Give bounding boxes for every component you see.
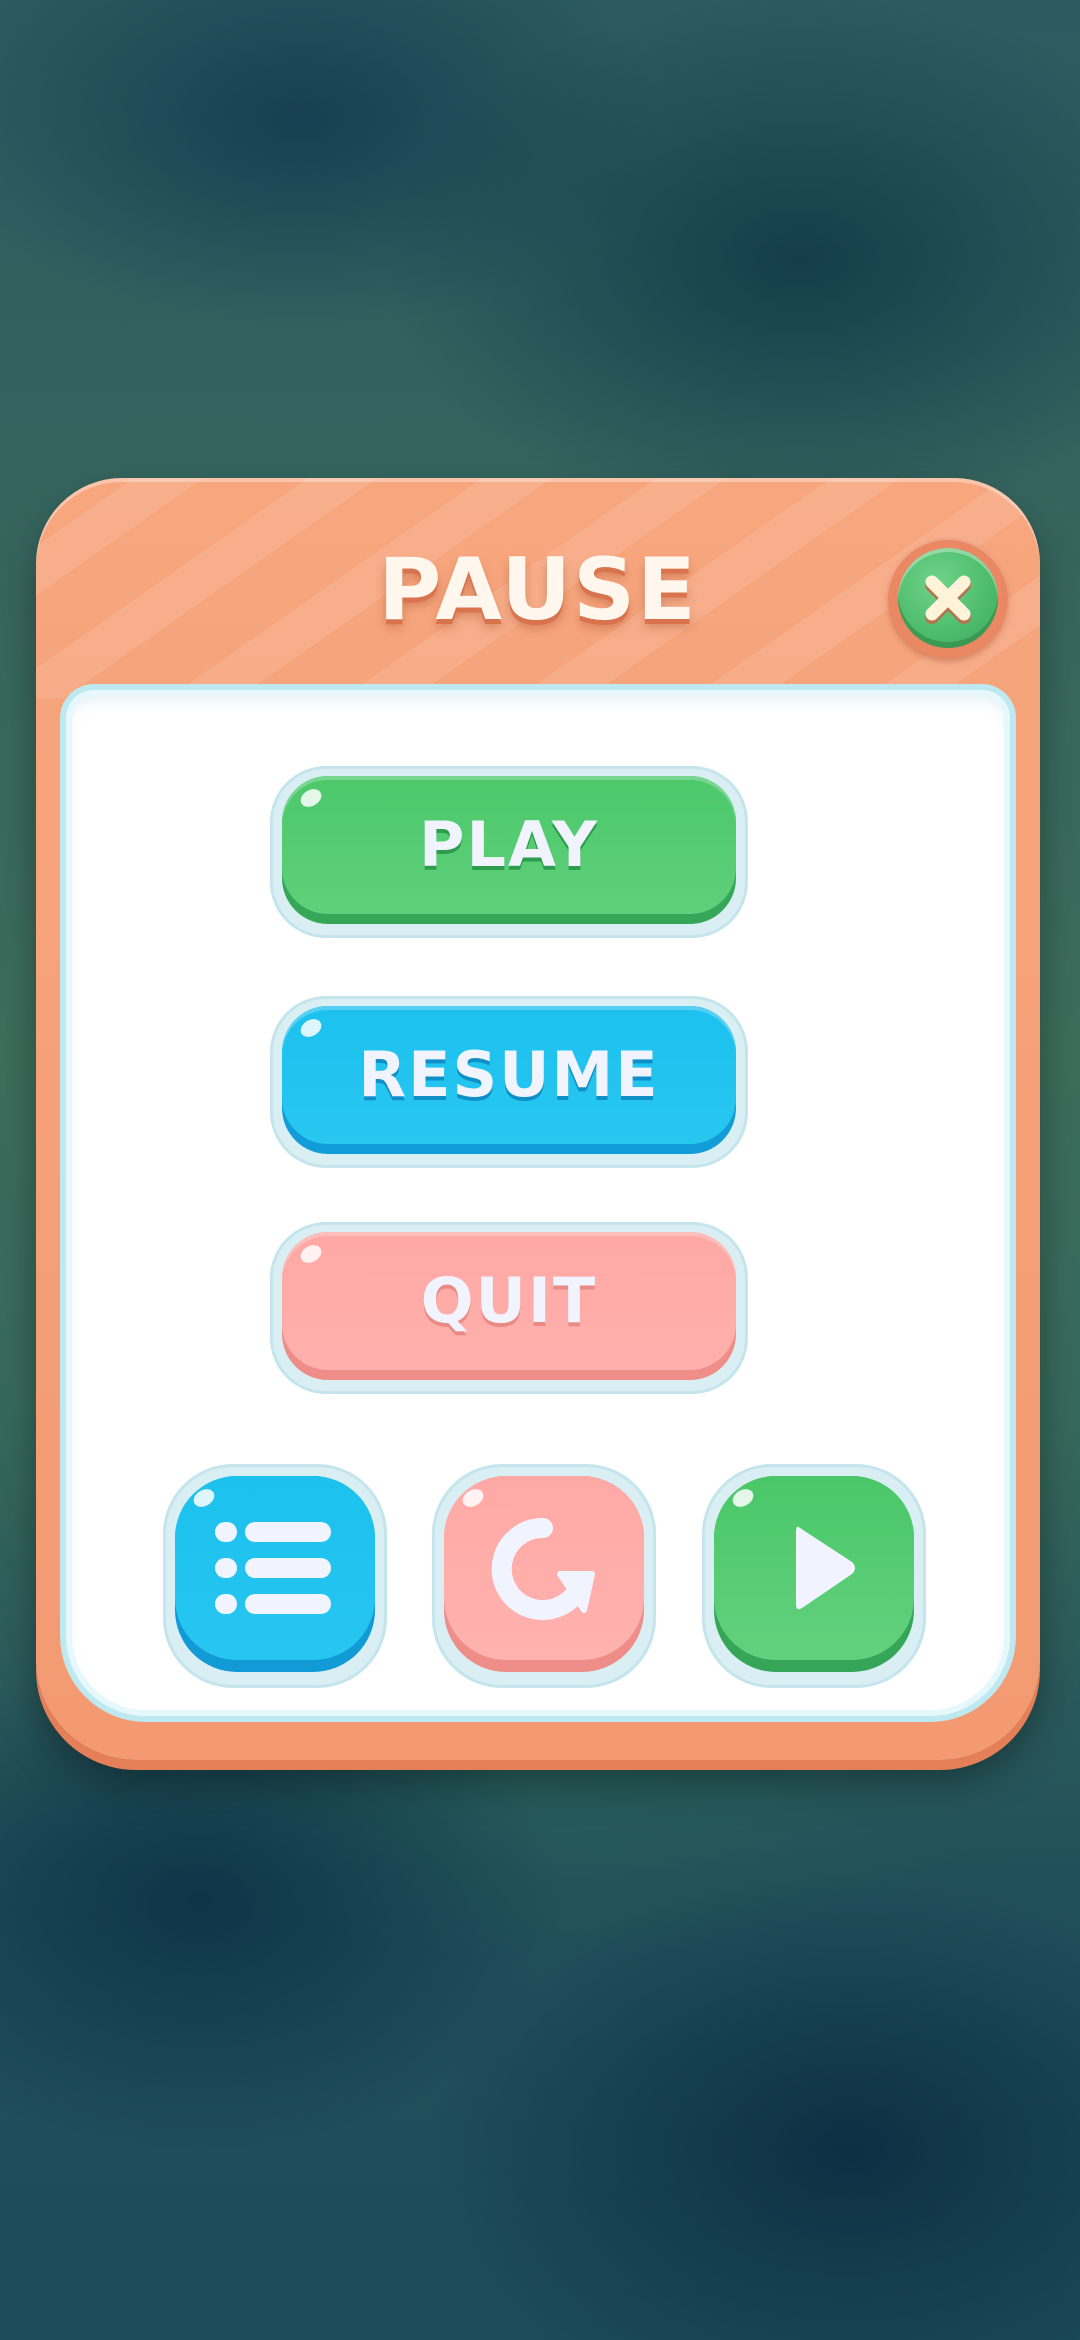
list-icon [215,1522,331,1614]
close-icon [898,548,998,648]
play-icon [796,1526,855,1610]
restart-button-frame [432,1464,656,1688]
menu-list-button-frame [163,1464,387,1688]
play-button-label: PLAY [419,808,599,881]
close-button[interactable] [888,538,1008,658]
quit-button-frame: QUIT [270,1222,748,1394]
next-button-frame [702,1464,926,1688]
menu-list-button[interactable] [175,1476,375,1672]
quit-button-label: QUIT [420,1264,598,1337]
resume-button-frame: RESUME [270,996,748,1168]
restart-icon [491,1517,595,1620]
quit-button[interactable]: QUIT [282,1232,736,1380]
restart-button[interactable] [444,1476,644,1672]
play-button-frame: PLAY [270,766,748,938]
next-button[interactable] [714,1476,914,1672]
resume-button-label: RESUME [358,1038,660,1111]
play-button[interactable]: PLAY [282,776,736,924]
resume-button[interactable]: RESUME [282,1006,736,1154]
